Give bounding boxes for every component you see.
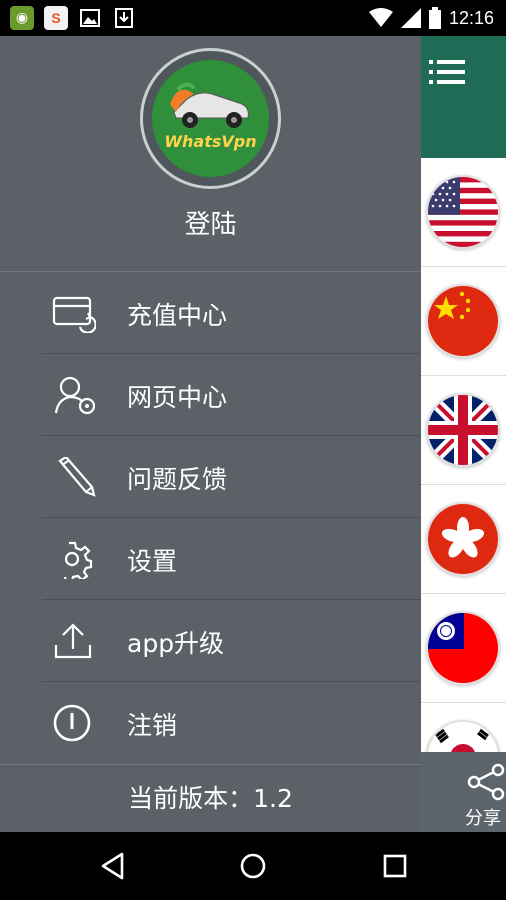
recharge-card-icon	[52, 296, 96, 333]
flag-taiwan-icon	[426, 611, 500, 685]
menu-icon[interactable]	[429, 58, 465, 86]
app-logo[interactable]: WhatsVpn	[140, 48, 281, 189]
s-app-notification-icon: S	[44, 6, 68, 30]
wifi-icon	[368, 8, 393, 27]
version-label: 当前版本：1.2	[0, 764, 421, 832]
menu-item-settings[interactable]: 设置	[0, 518, 421, 600]
recent-apps-icon[interactable]	[380, 851, 410, 881]
drawer-header: WhatsVpn 登陆	[0, 36, 421, 272]
clock: 12:16	[448, 7, 494, 28]
flag-hong-kong-icon	[426, 502, 500, 576]
server-row-uk[interactable]	[421, 376, 506, 485]
drawer-menu: 充值中心 网页中心 问题反馈 设置 app升级 注销	[0, 272, 421, 764]
cellular-signal-icon	[400, 8, 421, 28]
menu-item-label: 网页中心	[127, 383, 228, 412]
server-row-hong-kong[interactable]	[421, 485, 506, 594]
flag-usa-icon	[426, 175, 500, 249]
main-header	[421, 36, 506, 158]
main-content: 分享	[421, 36, 506, 832]
flag-china-icon	[426, 284, 500, 358]
gamepad-notification-icon: ◉	[10, 6, 34, 30]
menu-item-web-center[interactable]: 网页中心	[0, 354, 421, 436]
share-button[interactable]: 分享	[421, 752, 506, 832]
download-notification-icon	[112, 6, 136, 30]
menu-item-app-upgrade[interactable]: app升级	[0, 600, 421, 682]
notification-icons: ◉ S	[10, 6, 136, 30]
back-icon[interactable]	[98, 851, 128, 881]
image-notification-icon	[78, 6, 102, 30]
navigation-drawer: WhatsVpn 登陆 充值中心 网页中心 问题反馈 设置 app升级 注销 当…	[0, 36, 421, 832]
menu-item-feedback[interactable]: 问题反馈	[0, 436, 421, 518]
system-indicators: 12:16	[368, 7, 494, 29]
menu-item-label: 设置	[127, 547, 178, 576]
menu-item-label: 注销	[127, 711, 178, 740]
home-icon[interactable]	[238, 851, 268, 881]
power-icon	[53, 704, 91, 742]
system-navigation-bar	[0, 832, 506, 900]
menu-item-label: 问题反馈	[127, 465, 228, 494]
menu-item-label: 充值中心	[127, 301, 228, 330]
menu-item-label: app升级	[127, 629, 225, 658]
battery-icon	[428, 7, 441, 29]
menu-item-logout[interactable]: 注销	[0, 682, 421, 764]
flag-uk-icon	[426, 393, 500, 467]
upload-icon	[54, 623, 92, 659]
app-screen: 分享 WhatsVpn 登陆 充值中心 网页中心 问题反馈 设置 app升级 注…	[0, 36, 506, 832]
share-icon	[467, 763, 505, 801]
server-row-taiwan[interactable]	[421, 594, 506, 703]
login-label[interactable]: 登陆	[0, 204, 421, 241]
pencil-icon	[58, 457, 96, 497]
menu-item-recharge-center[interactable]: 充值中心	[0, 272, 421, 354]
whatsvpn-logo-icon: WhatsVpn	[152, 60, 269, 177]
server-row-usa[interactable]	[421, 158, 506, 267]
server-row-china[interactable]	[421, 267, 506, 376]
status-bar: ◉ S 12:16	[0, 0, 506, 36]
share-label: 分享	[465, 808, 501, 829]
logo-text: WhatsVpn	[164, 132, 257, 151]
user-web-icon	[54, 376, 96, 415]
gear-icon	[63, 541, 93, 579]
